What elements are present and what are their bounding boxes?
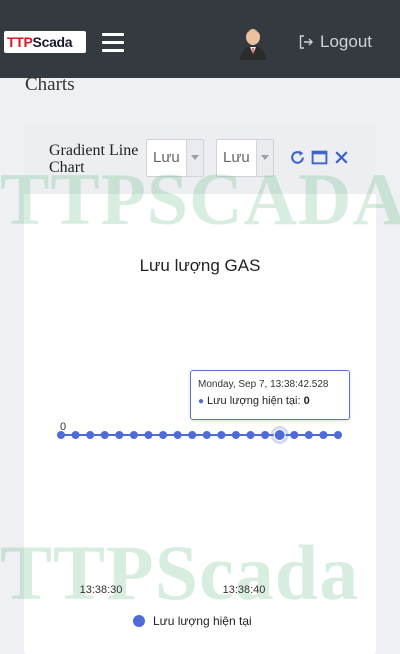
chart-tooltip: Monday, Sep 7, 13:38:42.528 ● Lưu lượng h… [190,370,350,420]
data-point[interactable] [246,431,255,439]
data-point[interactable] [159,431,168,439]
x-tick-label: 13:38:30 [80,584,123,596]
data-point[interactable] [129,431,138,439]
data-point[interactable] [217,431,226,439]
data-point[interactable] [334,431,342,439]
data-point[interactable] [304,431,313,439]
data-point[interactable] [173,431,182,439]
data-point[interactable] [71,431,80,439]
tooltip-series-marker: ● [198,396,205,407]
legend-marker [133,615,145,627]
legend-label: Lưu lượng hiện tại [153,614,252,628]
x-tick-label: 13:38:40 [223,584,266,596]
data-point[interactable] [231,431,240,439]
tooltip-series-row: ● Lưu lượng hiện tại: 0 [198,393,349,410]
data-point[interactable] [188,431,197,439]
data-point[interactable] [86,431,95,439]
tooltip-series-label: Lưu lượng hiện tại: [207,395,301,407]
line-chart: 013:38:30 13:38:40 [57,421,342,596]
data-point[interactable] [273,429,286,441]
data-point[interactable] [290,431,299,439]
data-point[interactable] [115,431,124,439]
data-point[interactable] [144,431,153,439]
chart-legend-item[interactable]: Lưu lượng hiện tại [133,614,252,628]
data-point[interactable] [100,431,109,439]
data-point[interactable] [261,431,270,439]
data-point[interactable] [57,431,65,439]
tooltip-date: Monday, Sep 7, 13:38:42.528 [198,379,329,390]
data-point[interactable] [319,431,328,439]
data-point[interactable] [202,431,211,439]
tooltip-value: 0 [303,395,310,407]
